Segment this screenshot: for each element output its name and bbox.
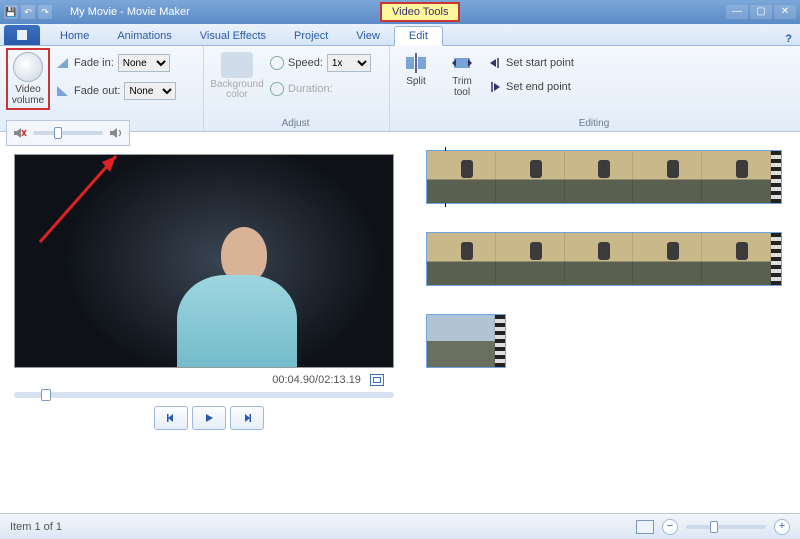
- fade-in-select[interactable]: None: [118, 54, 170, 72]
- fullscreen-icon[interactable]: [370, 374, 384, 386]
- trim-tool-button[interactable]: Trimtool: [442, 48, 482, 98]
- group-label-editing: Editing: [396, 118, 792, 131]
- palette-icon: [221, 52, 253, 78]
- qat-undo-icon[interactable]: ↶: [21, 5, 35, 19]
- background-color-button: Background color: [210, 48, 264, 100]
- zoom-thumb[interactable]: [710, 521, 718, 533]
- video-volume-button[interactable]: Videovolume: [6, 48, 50, 110]
- close-button[interactable]: ✕: [774, 5, 796, 19]
- volume-thumb[interactable]: [54, 127, 62, 139]
- duration-row: Duration:: [270, 82, 371, 96]
- tab-animations[interactable]: Animations: [103, 27, 185, 45]
- playback-controls: [14, 406, 404, 430]
- split-icon: [403, 52, 429, 74]
- fade-out-row: Fade out: None: [56, 82, 176, 100]
- film-end-icon: [771, 151, 781, 203]
- video-volume-label: Videovolume: [10, 84, 46, 106]
- set-start-point-button[interactable]: Set start point: [488, 56, 574, 70]
- status-item-count: Item 1 of 1: [10, 521, 62, 533]
- film-end-icon: [771, 233, 781, 285]
- status-bar: Item 1 of 1 − +: [0, 513, 800, 539]
- window-title: My Movie - Movie Maker: [70, 6, 190, 18]
- timecode-display: 00:04.90/02:13.19: [14, 374, 384, 386]
- timeline-panel[interactable]: [414, 132, 800, 513]
- speed-label: Speed:: [288, 57, 323, 69]
- tab-home[interactable]: Home: [46, 27, 103, 45]
- split-button[interactable]: Split: [396, 48, 436, 87]
- volume-slider-popout: [6, 120, 130, 146]
- quick-access-toolbar: 💾 ↶ ↷: [4, 5, 52, 19]
- video-clip[interactable]: [426, 314, 506, 368]
- film-end-icon: [495, 315, 505, 367]
- context-tab-video-tools[interactable]: Video Tools: [380, 2, 460, 22]
- tab-project[interactable]: Project: [280, 27, 342, 45]
- speaker-dial-icon: [13, 52, 43, 82]
- tab-edit[interactable]: Edit: [394, 26, 443, 46]
- ribbon-group-adjust: Background color Speed: 1x Duration: Adj…: [204, 46, 390, 131]
- fade-in-icon: [56, 56, 70, 70]
- ribbon-group-audio: Videovolume Fade in: None Fade out: None: [0, 46, 204, 131]
- zoom-out-button[interactable]: −: [662, 519, 678, 535]
- fade-out-label: Fade out:: [74, 85, 120, 97]
- window-buttons: — ▢ ✕: [726, 5, 796, 19]
- ribbon-tabs: Home Animations Visual Effects Project V…: [0, 24, 800, 46]
- video-clip[interactable]: [426, 232, 782, 286]
- next-frame-button[interactable]: [230, 406, 264, 430]
- end-point-icon: [488, 80, 502, 94]
- scrub-bar[interactable]: [14, 392, 394, 398]
- tab-view[interactable]: View: [342, 27, 394, 45]
- zoom-slider[interactable]: [686, 525, 766, 529]
- speed-row: Speed: 1x: [270, 54, 371, 72]
- fade-in-label: Fade in:: [74, 57, 114, 69]
- speed-select[interactable]: 1x: [327, 54, 371, 72]
- volume-slider[interactable]: [33, 131, 103, 135]
- group-label-adjust: Adjust: [210, 118, 381, 131]
- clip-row: [426, 232, 782, 286]
- fade-out-icon: [56, 84, 70, 98]
- set-points: Set start point Set end point: [488, 48, 574, 94]
- title-bar: 💾 ↶ ↷ My Movie - Movie Maker Video Tools…: [0, 0, 800, 24]
- scrub-thumb[interactable]: [41, 389, 51, 401]
- start-point-icon: [488, 56, 502, 70]
- qat-save-icon[interactable]: 💾: [4, 5, 18, 19]
- ribbon-group-editing: Split Trimtool Set start point Set end p…: [390, 46, 800, 131]
- video-clip[interactable]: [426, 150, 782, 204]
- zoom-in-button[interactable]: +: [774, 519, 790, 535]
- view-mode-icon[interactable]: [636, 520, 654, 534]
- fade-in-row: Fade in: None: [56, 54, 176, 72]
- preview-panel: 00:04.90/02:13.19: [0, 132, 414, 513]
- tab-visual-effects[interactable]: Visual Effects: [186, 27, 280, 45]
- minimize-button[interactable]: —: [726, 5, 748, 19]
- set-end-point-button[interactable]: Set end point: [488, 80, 574, 94]
- fade-out-select[interactable]: None: [124, 82, 176, 100]
- duration-label: Duration:: [288, 83, 333, 95]
- maximize-button[interactable]: ▢: [750, 5, 772, 19]
- clock-icon: [270, 82, 284, 96]
- play-button[interactable]: [192, 406, 226, 430]
- clip-row: [426, 150, 782, 204]
- speed-gauge-icon: [270, 56, 284, 70]
- clip-row: [426, 314, 782, 368]
- help-icon[interactable]: ?: [785, 33, 792, 45]
- trim-icon: [449, 52, 475, 74]
- mute-icon: [13, 126, 27, 140]
- file-menu-button[interactable]: [4, 25, 40, 45]
- qat-redo-icon[interactable]: ↷: [38, 5, 52, 19]
- speaker-icon: [109, 126, 123, 140]
- prev-frame-button[interactable]: [154, 406, 188, 430]
- video-preview[interactable]: [14, 154, 394, 368]
- main-area: 00:04.90/02:13.19: [0, 132, 800, 513]
